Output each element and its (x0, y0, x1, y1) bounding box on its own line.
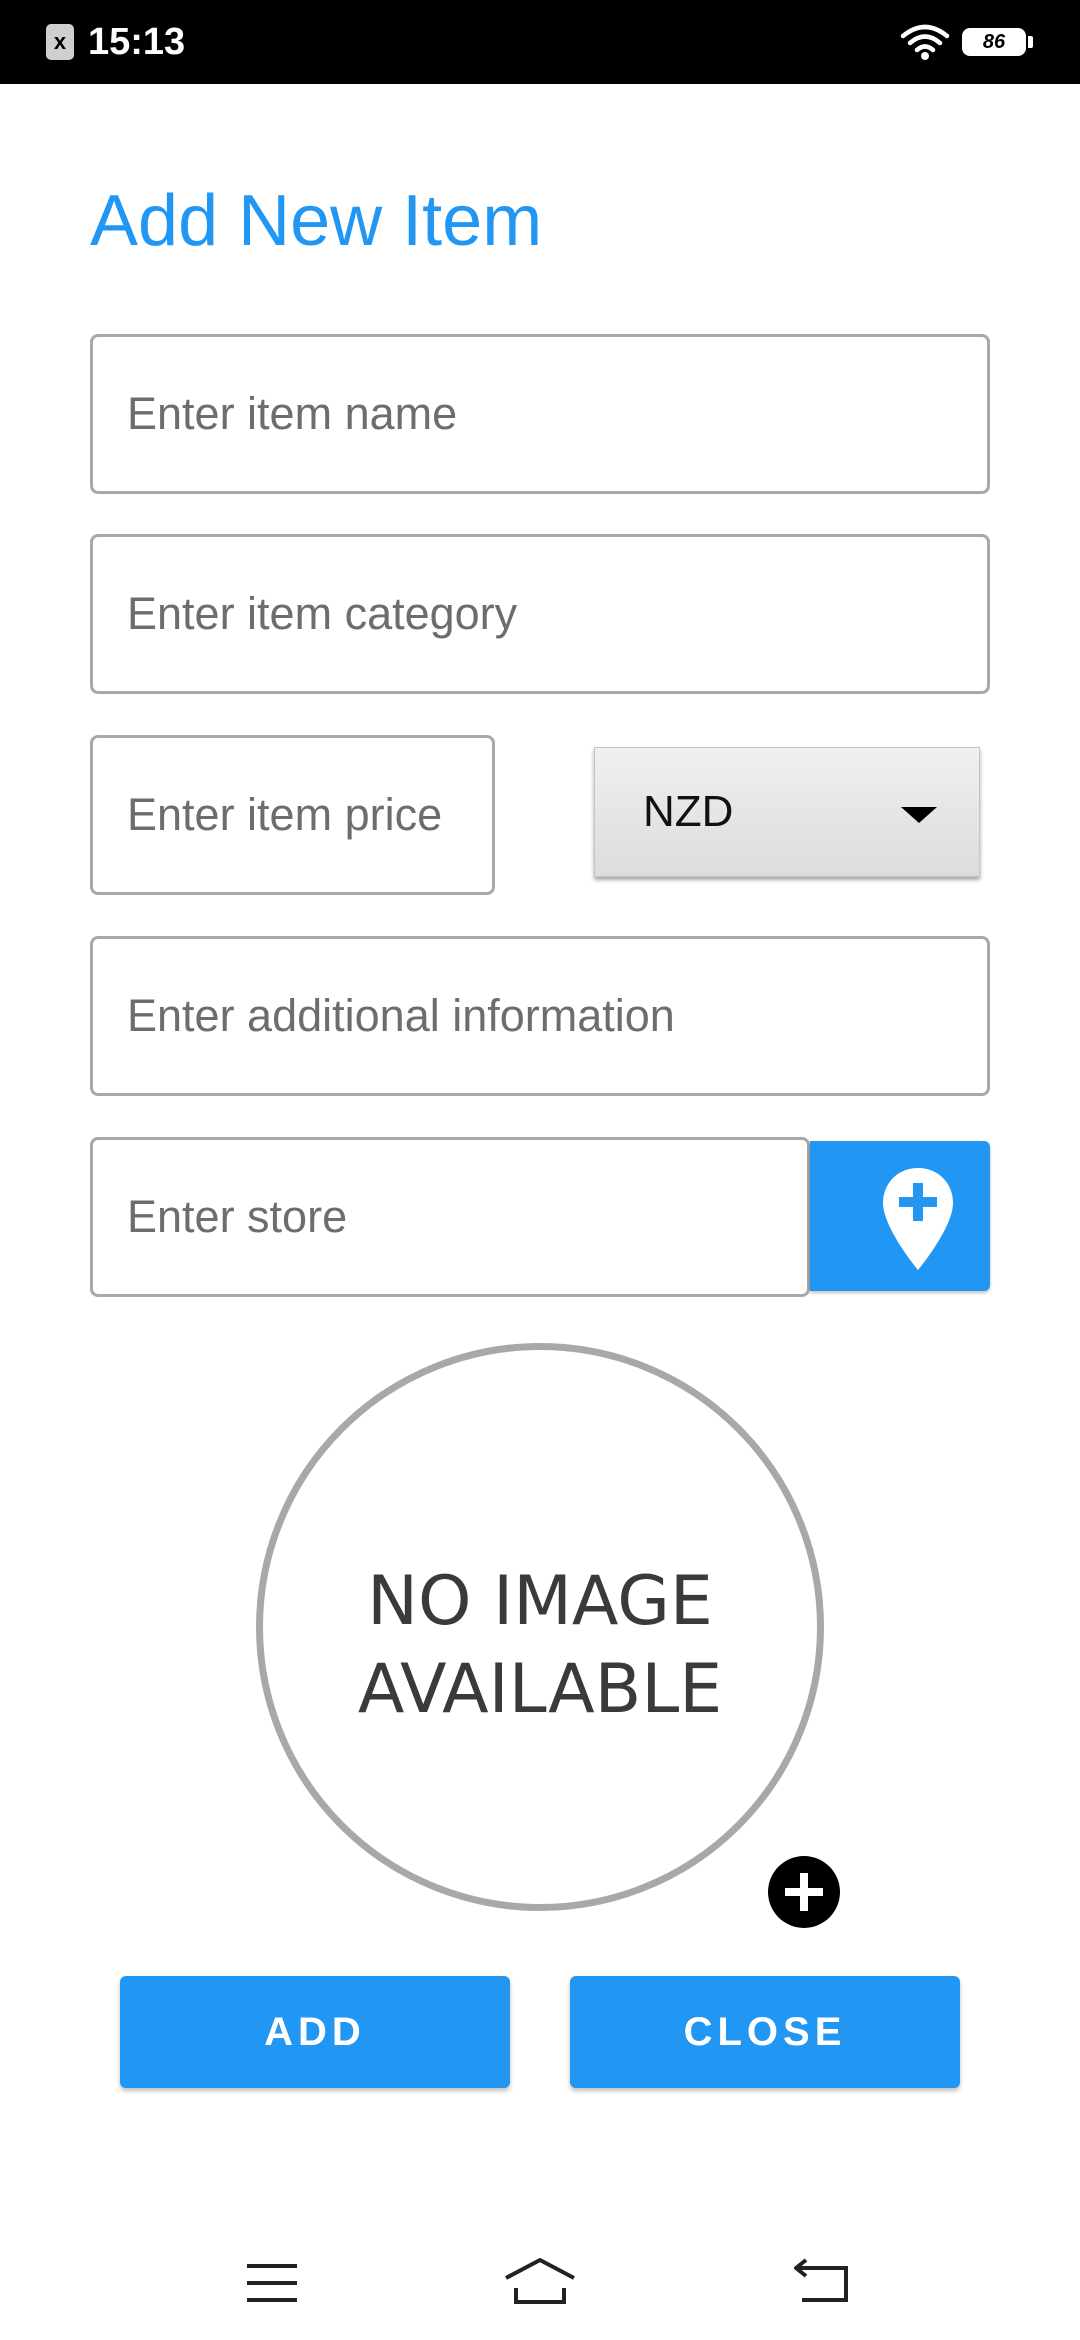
add-button[interactable]: ADD (120, 1976, 510, 2088)
store-input[interactable] (90, 1137, 810, 1297)
battery-tip (1028, 36, 1033, 48)
add-location-icon (883, 1168, 953, 1270)
home-icon (505, 2258, 575, 2304)
back-icon (794, 2258, 848, 2302)
page-title: Add New Item (90, 181, 543, 261)
battery-icon: 86 (962, 28, 1026, 56)
add-circle-icon (785, 1873, 823, 1911)
status-time: 15:13 (88, 21, 186, 63)
additional-info-input[interactable] (90, 936, 990, 1096)
app-screen: x 15:13 86 Add New Item NZD NO IMAGE (0, 0, 1080, 2340)
item-category-input[interactable] (90, 534, 990, 694)
currency-selected-value: NZD (643, 787, 734, 836)
add-image-button[interactable] (768, 1856, 840, 1928)
notification-icon: x (46, 24, 74, 60)
caret-down-icon (901, 807, 937, 823)
nav-menu-button[interactable] (222, 2248, 322, 2318)
navigation-bar (0, 2220, 1080, 2340)
battery-level: 86 (982, 31, 1006, 53)
nav-home-button[interactable] (490, 2248, 590, 2318)
currency-dropdown[interactable]: NZD (594, 747, 980, 877)
add-store-location-button[interactable] (810, 1141, 990, 1291)
item-price-input[interactable] (90, 735, 495, 895)
status-bar: x 15:13 86 (0, 0, 1080, 84)
item-name-input[interactable] (90, 334, 990, 494)
item-image-placeholder: NO IMAGE AVAILABLE (256, 1343, 824, 1911)
close-button[interactable]: CLOSE (570, 1976, 960, 2088)
no-image-line2: AVAILABLE (357, 1650, 723, 1729)
nav-back-button[interactable] (772, 2248, 872, 2318)
menu-icon (247, 2264, 297, 2302)
no-image-text: NO IMAGE AVAILABLE (263, 1558, 817, 1734)
wifi-icon (900, 24, 950, 60)
no-image-line1: NO IMAGE (367, 1562, 713, 1641)
